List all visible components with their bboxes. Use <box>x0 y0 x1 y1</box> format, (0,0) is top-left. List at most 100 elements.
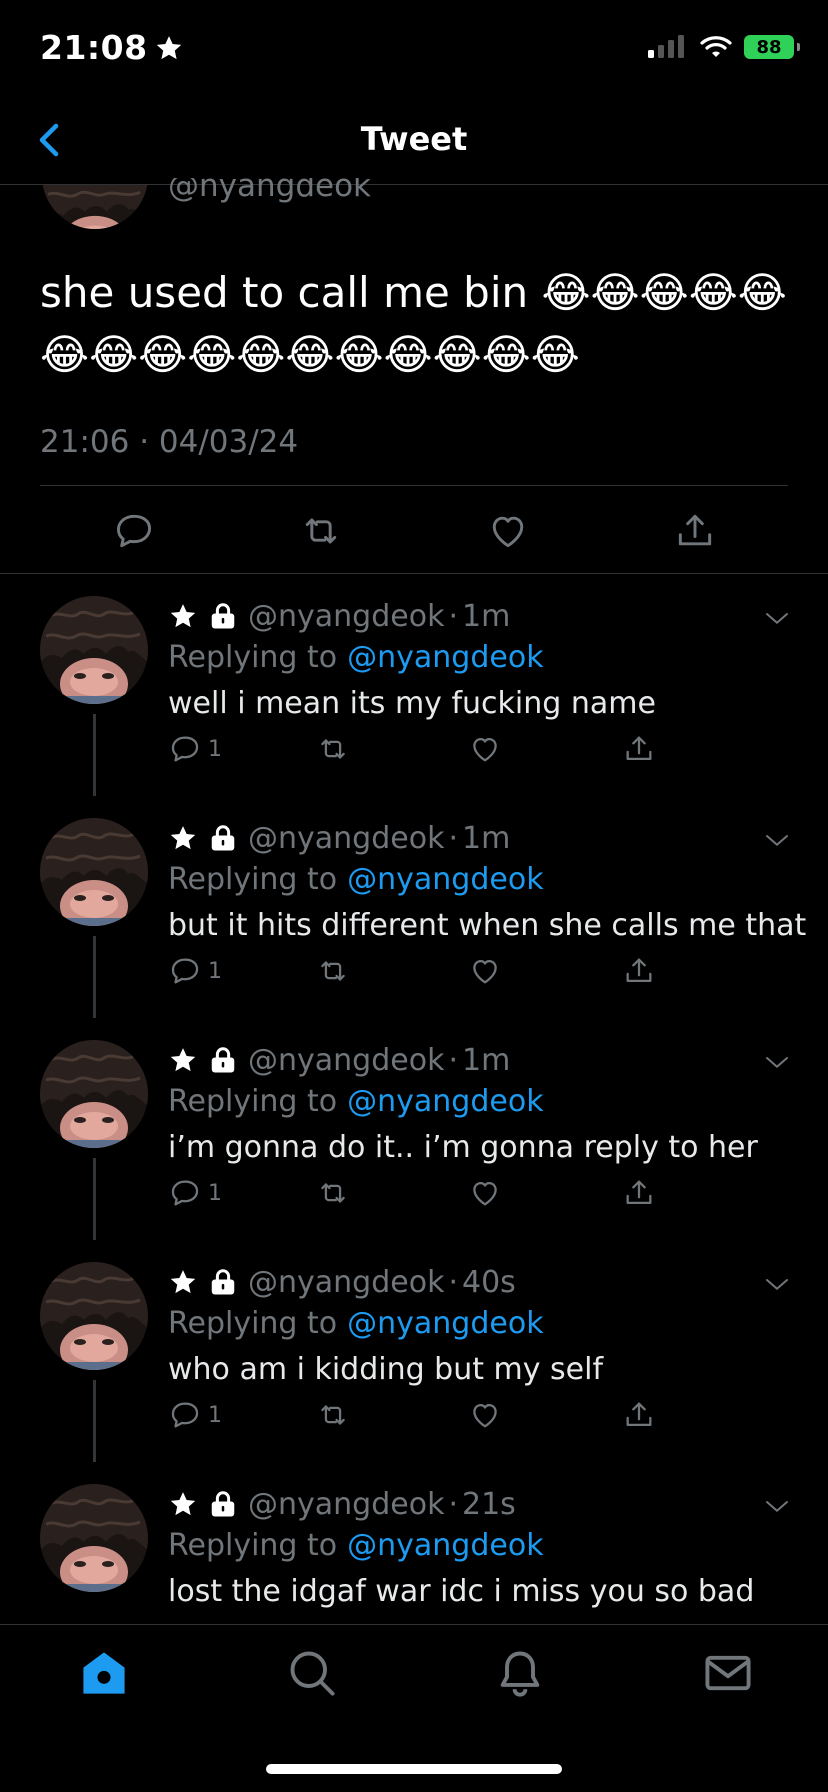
reply-icon[interactable] <box>168 1176 202 1210</box>
home-indicator <box>266 1764 562 1774</box>
reply-text: lost the idgaf war idc i miss you so bad <box>168 1574 755 1609</box>
reply-text: well i mean its my fucking name <box>168 686 656 721</box>
reply-tweet[interactable]: @nyangdeok · 1m Replying to @nyangdeok w… <box>0 574 828 796</box>
retweet-icon[interactable] <box>299 509 343 553</box>
main-tweet-handle[interactable]: @nyangdeok <box>168 178 371 204</box>
share-icon[interactable] <box>622 732 656 766</box>
reply-action[interactable]: 1 <box>168 1176 222 1210</box>
share-icon[interactable] <box>673 509 717 553</box>
like-icon[interactable] <box>468 1176 502 1210</box>
tweet-divider <box>40 485 788 486</box>
share-icon[interactable] <box>622 954 656 988</box>
replying-to: Replying to @nyangdeok <box>168 1303 544 1343</box>
search-icon[interactable] <box>286 1647 338 1699</box>
status-indicators: 88 <box>648 34 800 60</box>
reply-handle[interactable]: @nyangdeok <box>248 821 444 856</box>
star-icon <box>168 1267 198 1297</box>
avatar[interactable] <box>40 596 148 704</box>
reply-tweet[interactable]: @nyangdeok · 40s Replying to @nyangdeok … <box>0 1240 828 1462</box>
dot-separator: · <box>448 1264 458 1300</box>
replying-to: Replying to @nyangdeok <box>168 1081 544 1121</box>
mail-icon[interactable] <box>702 1647 754 1699</box>
bell-icon[interactable] <box>494 1647 546 1699</box>
home-icon[interactable] <box>78 1647 130 1699</box>
reply-count: 1 <box>208 958 222 984</box>
reply-icon[interactable] <box>168 1398 202 1432</box>
like-icon[interactable] <box>468 1398 502 1432</box>
thread-line <box>93 714 96 796</box>
signal-icon <box>648 35 684 58</box>
reply-icon[interactable] <box>168 954 202 988</box>
star-icon <box>154 33 184 63</box>
retweet-icon[interactable] <box>316 1398 350 1432</box>
status-time-wrap: 21:08 <box>40 28 184 67</box>
reply-header: @nyangdeok · 1m <box>168 596 510 636</box>
reply-actions: 1 <box>168 1176 678 1216</box>
reply-time: 21s <box>461 1486 516 1522</box>
lock-icon <box>208 1045 238 1075</box>
star-icon <box>168 823 198 853</box>
dot-separator: · <box>448 598 458 634</box>
main-tweet-actions <box>40 505 788 557</box>
reply-text: i’m gonna do it.. i’m gonna reply to her <box>168 1130 758 1165</box>
reply-text: who am i kidding but my self <box>168 1352 604 1387</box>
mention-link[interactable]: @nyangdeok <box>347 1306 543 1341</box>
battery-indicator: 88 <box>744 35 800 59</box>
battery-level: 88 <box>756 36 782 58</box>
avatar[interactable] <box>40 1040 148 1148</box>
dot-separator: · <box>448 1486 458 1522</box>
avatar[interactable] <box>40 1484 148 1592</box>
lock-icon <box>208 1489 238 1519</box>
reply-action[interactable]: 1 <box>168 954 222 988</box>
retweet-icon[interactable] <box>316 732 350 766</box>
lock-icon <box>208 601 238 631</box>
main-tweet-text: she used to call me bin 😂😂😂😂😂😂😂😂😂😂😂😂😂😂😂😂 <box>40 268 787 379</box>
like-icon[interactable] <box>468 954 502 988</box>
like-icon[interactable] <box>486 509 530 553</box>
lock-icon <box>208 1267 238 1297</box>
main-tweet-avatar[interactable] <box>42 155 148 229</box>
chevron-down-icon[interactable] <box>762 1270 792 1300</box>
page-title: Tweet <box>360 120 468 158</box>
reply-actions: 1 <box>168 732 678 772</box>
reply-count: 1 <box>208 1402 222 1428</box>
chevron-down-icon[interactable] <box>762 1492 792 1522</box>
reply-tweet[interactable]: @nyangdeok · 1m Replying to @nyangdeok b… <box>0 796 828 1018</box>
thread-line <box>93 936 96 1018</box>
mention-link[interactable]: @nyangdeok <box>347 1084 543 1119</box>
reply-handle[interactable]: @nyangdeok <box>248 1043 444 1078</box>
mention-link[interactable]: @nyangdeok <box>347 640 543 675</box>
retweet-icon[interactable] <box>316 954 350 988</box>
avatar[interactable] <box>40 1262 148 1370</box>
replying-label: Replying to <box>168 639 338 675</box>
chevron-down-icon[interactable] <box>762 604 792 634</box>
reply-count: 1 <box>208 1180 222 1206</box>
reply-icon[interactable] <box>112 509 156 553</box>
star-icon <box>168 1045 198 1075</box>
chevron-down-icon[interactable] <box>762 826 792 856</box>
reply-handle[interactable]: @nyangdeok <box>248 1265 444 1300</box>
like-icon[interactable] <box>468 732 502 766</box>
thread-line <box>93 1380 96 1462</box>
reply-actions: 1 <box>168 1398 678 1438</box>
reply-action[interactable]: 1 <box>168 732 222 766</box>
replying-label: Replying to <box>168 1083 338 1119</box>
reply-header: @nyangdeok · 21s <box>168 1484 516 1524</box>
replying-to: Replying to @nyangdeok <box>168 1525 544 1565</box>
dot-separator: · <box>448 820 458 856</box>
reply-handle[interactable]: @nyangdeok <box>248 599 444 634</box>
share-icon[interactable] <box>622 1176 656 1210</box>
mention-link[interactable]: @nyangdeok <box>347 862 543 897</box>
reply-action[interactable]: 1 <box>168 1398 222 1432</box>
lock-icon <box>208 823 238 853</box>
reply-time: 40s <box>461 1264 516 1300</box>
reply-icon[interactable] <box>168 732 202 766</box>
reply-tweet[interactable]: @nyangdeok · 1m Replying to @nyangdeok i… <box>0 1018 828 1240</box>
mention-link[interactable]: @nyangdeok <box>347 1528 543 1563</box>
avatar[interactable] <box>40 818 148 926</box>
share-icon[interactable] <box>622 1398 656 1432</box>
retweet-icon[interactable] <box>316 1176 350 1210</box>
reply-header: @nyangdeok · 1m <box>168 1040 510 1080</box>
chevron-down-icon[interactable] <box>762 1048 792 1078</box>
reply-handle[interactable]: @nyangdeok <box>248 1487 444 1522</box>
